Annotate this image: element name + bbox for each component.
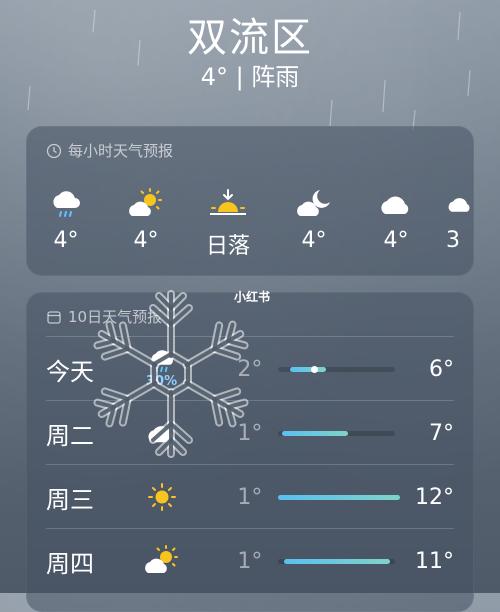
hour-temp: 4°: [133, 228, 159, 253]
hour-temp: 日落: [205, 234, 250, 259]
hourly-row[interactable]: 4° 4° 日落 4° 4° 3: [26, 186, 474, 266]
temp-range-bar: [278, 430, 395, 436]
partly-sunny-icon: [144, 545, 178, 573]
rain-cloud-icon: [150, 349, 173, 372]
sun-icon: [147, 483, 176, 511]
low-temp: 1°: [237, 484, 263, 510]
hourly-title-label: 每小时天气预报: [68, 142, 174, 160]
sunset-icon: [210, 189, 246, 215]
hour-temp: 4°: [301, 228, 327, 253]
day-row-tuesday[interactable]: 周二 1° 7°: [46, 400, 454, 465]
day-row-wednesday[interactable]: 周三 1° 12°: [46, 464, 454, 529]
hour-item: 4°: [116, 186, 176, 253]
current-temp-dot: [311, 365, 319, 373]
low-temp: 2°: [237, 356, 263, 382]
partly-sunny-icon: [129, 188, 162, 216]
cloud-icon: [448, 198, 470, 212]
daily-title: 10日天气预报: [46, 306, 162, 327]
rain-cloud-icon: [53, 191, 80, 217]
hourly-title: 每小时天气预报: [46, 140, 173, 161]
calendar-icon: [47, 310, 61, 324]
city-name: 双流区: [187, 15, 313, 61]
hour-item: 日落: [198, 186, 258, 260]
temp-range-bar: [278, 494, 401, 500]
cloud-icon: [147, 426, 173, 443]
high-temp: 11°: [415, 548, 454, 574]
hour-item: 4°: [284, 186, 344, 253]
hour-temp: 4°: [53, 228, 79, 253]
partly-cloudy-night-icon: [297, 190, 330, 216]
hour-item: 3: [446, 186, 474, 253]
day-name: 今天: [46, 357, 94, 386]
day-name: 周三: [46, 485, 94, 514]
cloud-icon: [381, 196, 409, 214]
current-conditions: 4° | 阵雨: [200, 63, 300, 91]
daily-title-label: 10日天气预报: [68, 308, 163, 326]
hourly-forecast-card[interactable]: 每小时天气预报 4° 4° 日落 4° 4° 3: [26, 126, 474, 276]
watermark-logo: 小红书: [234, 290, 271, 304]
clock-icon: [46, 143, 62, 158]
day-name: 周二: [46, 421, 94, 450]
temp-range-bar: [278, 558, 395, 564]
low-temp: 1°: [237, 548, 263, 574]
precipitation-chance: 30%: [146, 373, 178, 389]
day-row-thursday[interactable]: 周四 1° 11°: [46, 528, 454, 593]
hour-temp: 3: [446, 228, 460, 253]
hour-temp: 4°: [383, 228, 409, 253]
low-temp: 1°: [237, 420, 263, 446]
day-name: 周四: [46, 549, 94, 578]
day-row-today[interactable]: 今天 30% 2° 6°: [46, 336, 454, 401]
high-temp: 6°: [429, 356, 454, 382]
hour-item: 4°: [366, 186, 426, 253]
ten-day-forecast-card[interactable]: 10日天气预报 今天 30% 2° 6° 周二 1° 7° 周三 1° 12° …: [26, 292, 474, 612]
location-header: 双流区 4° | 阵雨: [0, 12, 500, 92]
temp-range-bar: [278, 365, 395, 373]
hour-item: 4°: [36, 186, 96, 253]
high-temp: 7°: [429, 420, 454, 446]
high-temp: 12°: [415, 484, 454, 510]
